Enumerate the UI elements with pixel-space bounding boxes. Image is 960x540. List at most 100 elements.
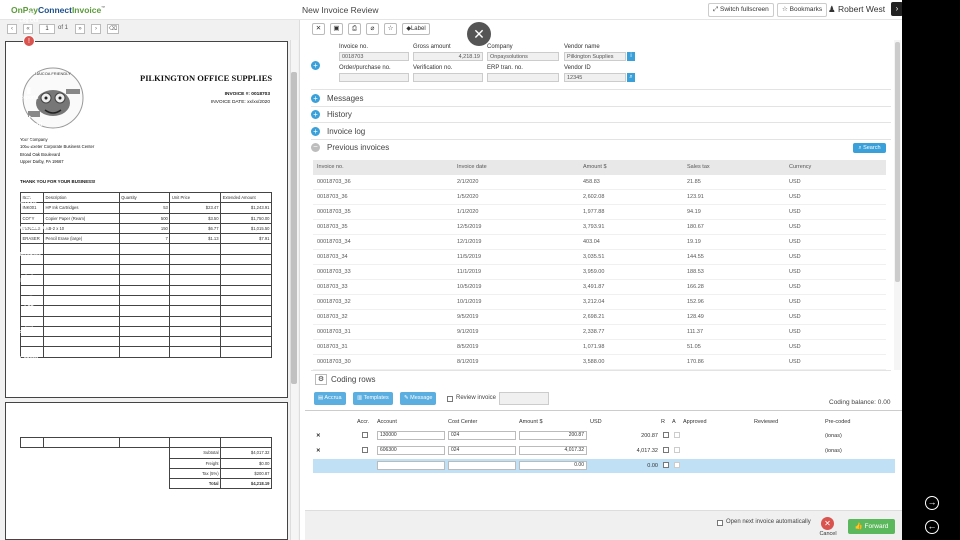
delete-row-icon[interactable]: ✕ — [316, 448, 321, 454]
label-button[interactable]: ◆Label — [402, 23, 430, 35]
next-page-button[interactable]: » — [75, 24, 85, 34]
sidebar-item[interactable]: ⚙ admin — [0, 165, 58, 181]
download-button[interactable]: ⌫ — [107, 24, 119, 34]
sidebar-item[interactable]: ↗ Process analysis — [0, 215, 58, 231]
gross-amount-field[interactable]: 4,218.19 — [413, 52, 483, 61]
previous-invoice-row[interactable]: 00018703_30 8/1/2019 3,588.00 170.86 USD — [313, 355, 886, 370]
previous-invoices-search-button[interactable]: ⌕ Search — [853, 143, 886, 153]
col-header[interactable]: Amount $ — [583, 164, 607, 170]
r-checkbox[interactable] — [663, 432, 669, 438]
amount-input[interactable]: 200.87 — [519, 431, 587, 440]
cost-center-input[interactable]: 024 — [448, 431, 516, 440]
previous-invoice-row[interactable]: 0018703_31 8/5/2019 1,071.98 51.05 USD — [313, 340, 886, 355]
account-input[interactable] — [377, 461, 445, 470]
forward-button[interactable]: 👍 Forward — [848, 519, 895, 534]
accrual-checkbox[interactable] — [362, 432, 368, 438]
a-checkbox[interactable] — [674, 447, 680, 453]
document-scroll-thumb[interactable] — [291, 72, 297, 384]
accruals-button[interactable]: ▤ Accrua — [314, 392, 346, 405]
company-field[interactable]: Onpaysolutions — [487, 52, 559, 61]
close-overlay-button[interactable]: ✕ — [467, 22, 491, 46]
r-checkbox[interactable] — [663, 462, 669, 468]
previous-invoice-row[interactable]: 00018703_34 12/1/2019 403.04 19.19 USD — [313, 235, 886, 250]
delete-row-icon[interactable]: ✕ — [316, 433, 321, 439]
previous-invoice-row[interactable]: 0018703_32 9/5/2019 2,698.21 128.49 USD — [313, 310, 886, 325]
sidebar-item[interactable]: ◐ General — [0, 346, 58, 362]
vendor-search-button[interactable]: ⌕ — [627, 73, 635, 82]
expand-header-button[interactable]: + — [311, 61, 320, 70]
expand-messages-button[interactable]: + — [311, 94, 320, 103]
amount-input[interactable]: 4,017.32 — [519, 446, 587, 455]
previous-invoice-button[interactable]: ← — [925, 520, 939, 534]
col-header[interactable]: Currency — [789, 164, 811, 170]
order-number-field[interactable] — [339, 73, 409, 82]
previous-invoice-row[interactable]: 00018703_33 11/1/2019 3,959.00 188.53 USD — [313, 265, 886, 280]
a-checkbox[interactable] — [674, 462, 680, 468]
account-input[interactable]: 606300 — [377, 446, 445, 455]
sidebar-item[interactable]: ▭ Previous — [0, 320, 58, 336]
messages-section-title[interactable]: Messages — [327, 94, 363, 103]
expand-invoice-log-button[interactable]: + — [311, 127, 320, 136]
coding-settings-button[interactable]: ⚙ — [315, 374, 327, 385]
col-header[interactable]: Sales tax — [687, 164, 710, 170]
previous-invoice-row[interactable]: 00018703_32 10/1/2019 3,212.04 152.96 USD — [313, 295, 886, 310]
bookmarks-button[interactable]: ☆ Bookmarks — [777, 3, 828, 17]
previous-invoice-row[interactable]: 0018703_36 1/5/2020 2,602.08 123.91 USD — [313, 190, 886, 205]
close-invoice-button[interactable]: ✕ — [312, 23, 325, 35]
sidebar-item[interactable]: ◷ History — [0, 268, 58, 284]
sidebar-item[interactable]: ! — [0, 35, 58, 47]
attach-button[interactable]: ⌀ — [366, 23, 379, 35]
invoice-log-section-title[interactable]: Invoice log — [327, 127, 365, 136]
review-invoice-checkbox[interactable] — [447, 396, 453, 402]
col-header[interactable]: Invoice date — [457, 164, 487, 170]
sidebar-item[interactable]: ● Messages — [0, 242, 58, 258]
account-input[interactable]: 130000 — [377, 431, 445, 440]
vendor-info-button[interactable]: i — [627, 52, 635, 61]
cancel-button[interactable]: ✕ — [821, 517, 834, 530]
review-invoice-field[interactable] — [499, 392, 549, 405]
amount-input[interactable]: 0.00 — [519, 461, 587, 470]
col-header[interactable]: Invoice no. — [317, 164, 344, 170]
r-checkbox[interactable] — [663, 447, 669, 453]
previous-invoice-row[interactable]: 00018703_31 9/1/2019 2,338.77 111.37 USD — [313, 325, 886, 340]
page-number-input[interactable]: 1 — [39, 24, 55, 34]
previous-invoice-row[interactable]: 0018703_33 10/5/2019 3,491.87 166.28 USD — [313, 280, 886, 295]
sidebar-item[interactable]: ◔ Dashboard — [0, 112, 58, 128]
collapse-previous-invoices-button[interactable]: − — [311, 143, 320, 152]
verification-no-field[interactable] — [413, 73, 483, 82]
history-section-title[interactable]: History — [327, 110, 352, 119]
favorite-button[interactable]: ☆ — [384, 23, 397, 35]
user-menu[interactable]: ♟ Robert West — [828, 4, 885, 15]
accrual-checkbox[interactable] — [362, 447, 368, 453]
open-next-checkbox[interactable] — [717, 520, 723, 526]
vendor-id-field[interactable]: 12345 — [564, 73, 626, 82]
last-page-button[interactable]: › — [91, 24, 101, 34]
first-page-button[interactable]: ‹ — [7, 24, 17, 34]
previous-invoice-row[interactable]: 0018703_34 11/5/2019 3,035.51 144.55 USD — [313, 250, 886, 265]
previous-invoice-row[interactable]: 0018703_35 12/5/2019 3,793.91 180.67 USD — [313, 220, 886, 235]
cost-center-input[interactable]: 024 — [448, 446, 516, 455]
templates-button[interactable]: ▥ Templates — [353, 392, 393, 405]
previous-invoices-section-title[interactable]: Previous invoices — [327, 143, 389, 152]
erp-tran-no-field[interactable] — [487, 73, 559, 82]
expand-history-button[interactable]: + — [311, 110, 320, 119]
previous-invoice-row[interactable]: 00018703_35 1/1/2020 1,977.88 94.19 USD — [313, 205, 886, 220]
sidebar-item[interactable]: ⚌ Settings... — [0, 190, 58, 206]
sidebar-item[interactable]: ⌕ Search — [0, 60, 58, 76]
sidebar-item[interactable]: ⇥ Log Out — [0, 8, 58, 24]
invoice-no-field[interactable]: 0018703 — [339, 52, 409, 61]
sidebar-item[interactable]: ↺ Log — [0, 294, 58, 310]
save-button[interactable]: ▣ — [330, 23, 343, 35]
sidebar-item[interactable]: ☰ Order info. — [0, 138, 58, 154]
previous-invoice-row[interactable]: 00018703_36 2/1/2020 458.83 21.85 USD — [313, 175, 886, 190]
next-invoice-button[interactable]: → — [925, 496, 939, 510]
a-checkbox[interactable] — [674, 432, 680, 438]
print-button[interactable]: ⎙ — [348, 23, 361, 35]
sidebar-item[interactable]: ▮ Reports — [0, 85, 58, 101]
prev-page-button[interactable]: « — [23, 24, 33, 34]
cost-center-input[interactable] — [448, 461, 516, 470]
vendor-name-field[interactable]: Pilkington Supplies — [564, 52, 626, 61]
panel-scroll-thumb[interactable] — [895, 42, 900, 282]
message-button[interactable]: ✎ Message — [400, 392, 437, 405]
switch-fullscreen-button[interactable]: ⤢ Switch fullscreen — [708, 3, 774, 17]
